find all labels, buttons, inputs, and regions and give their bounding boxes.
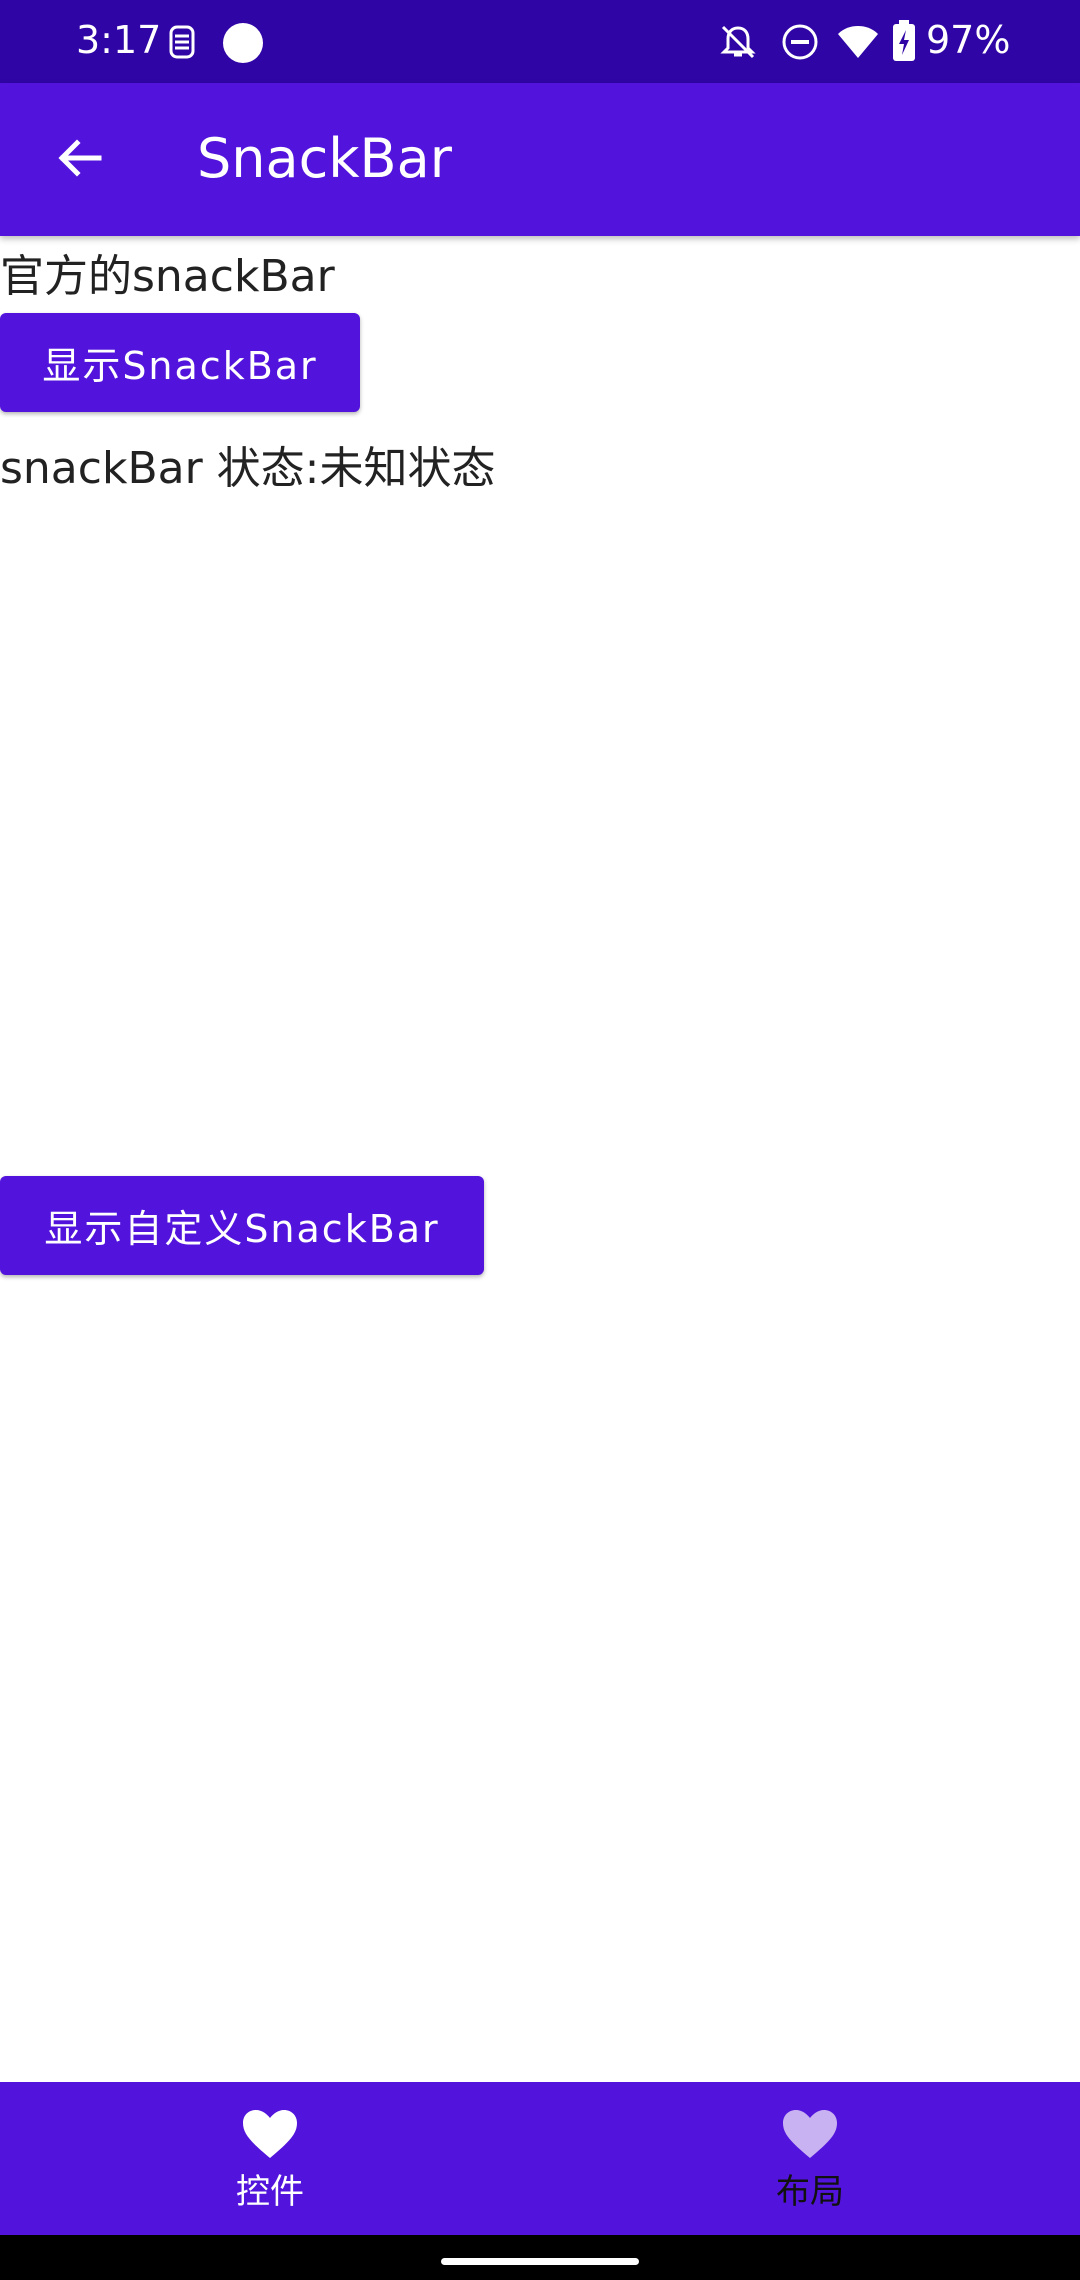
heart-icon xyxy=(243,2110,297,2158)
nav-item-label: 控件 xyxy=(236,2172,304,2212)
heart-icon xyxy=(783,2110,837,2158)
nav-item-layout[interactable]: 布局 xyxy=(540,2082,1080,2235)
status-bar: 3:17 97% xyxy=(0,0,1080,83)
show-snackbar-button[interactable]: 显示SnackBar xyxy=(0,313,360,412)
notifications-off-icon xyxy=(718,22,758,66)
nav-item-controls[interactable]: 控件 xyxy=(0,2082,540,2235)
home-gesture-handle[interactable] xyxy=(441,2258,639,2265)
snackbar-status-text: snackBar 状态:未知状态 xyxy=(0,443,496,494)
nav-item-label: 布局 xyxy=(776,2172,844,2212)
battery-charging-icon xyxy=(892,20,916,66)
bottom-navigation: 控件 布局 xyxy=(0,2082,1080,2235)
battery-percentage: 97% xyxy=(926,18,1011,62)
app-bar: SnackBar xyxy=(0,83,1080,236)
record-dot-icon xyxy=(222,22,264,68)
do-not-disturb-icon xyxy=(780,22,820,66)
arrow-back-icon xyxy=(58,139,102,177)
page-title: SnackBar xyxy=(197,127,452,190)
gesture-navigation-bar xyxy=(0,2235,1080,2280)
section-label: 官方的snackBar xyxy=(0,251,335,302)
show-custom-snackbar-button[interactable]: 显示自定义SnackBar xyxy=(0,1176,484,1275)
back-button[interactable] xyxy=(40,118,120,198)
status-time: 3:17 xyxy=(76,18,162,62)
wifi-icon xyxy=(836,24,880,64)
notification-app-icon xyxy=(166,24,198,64)
